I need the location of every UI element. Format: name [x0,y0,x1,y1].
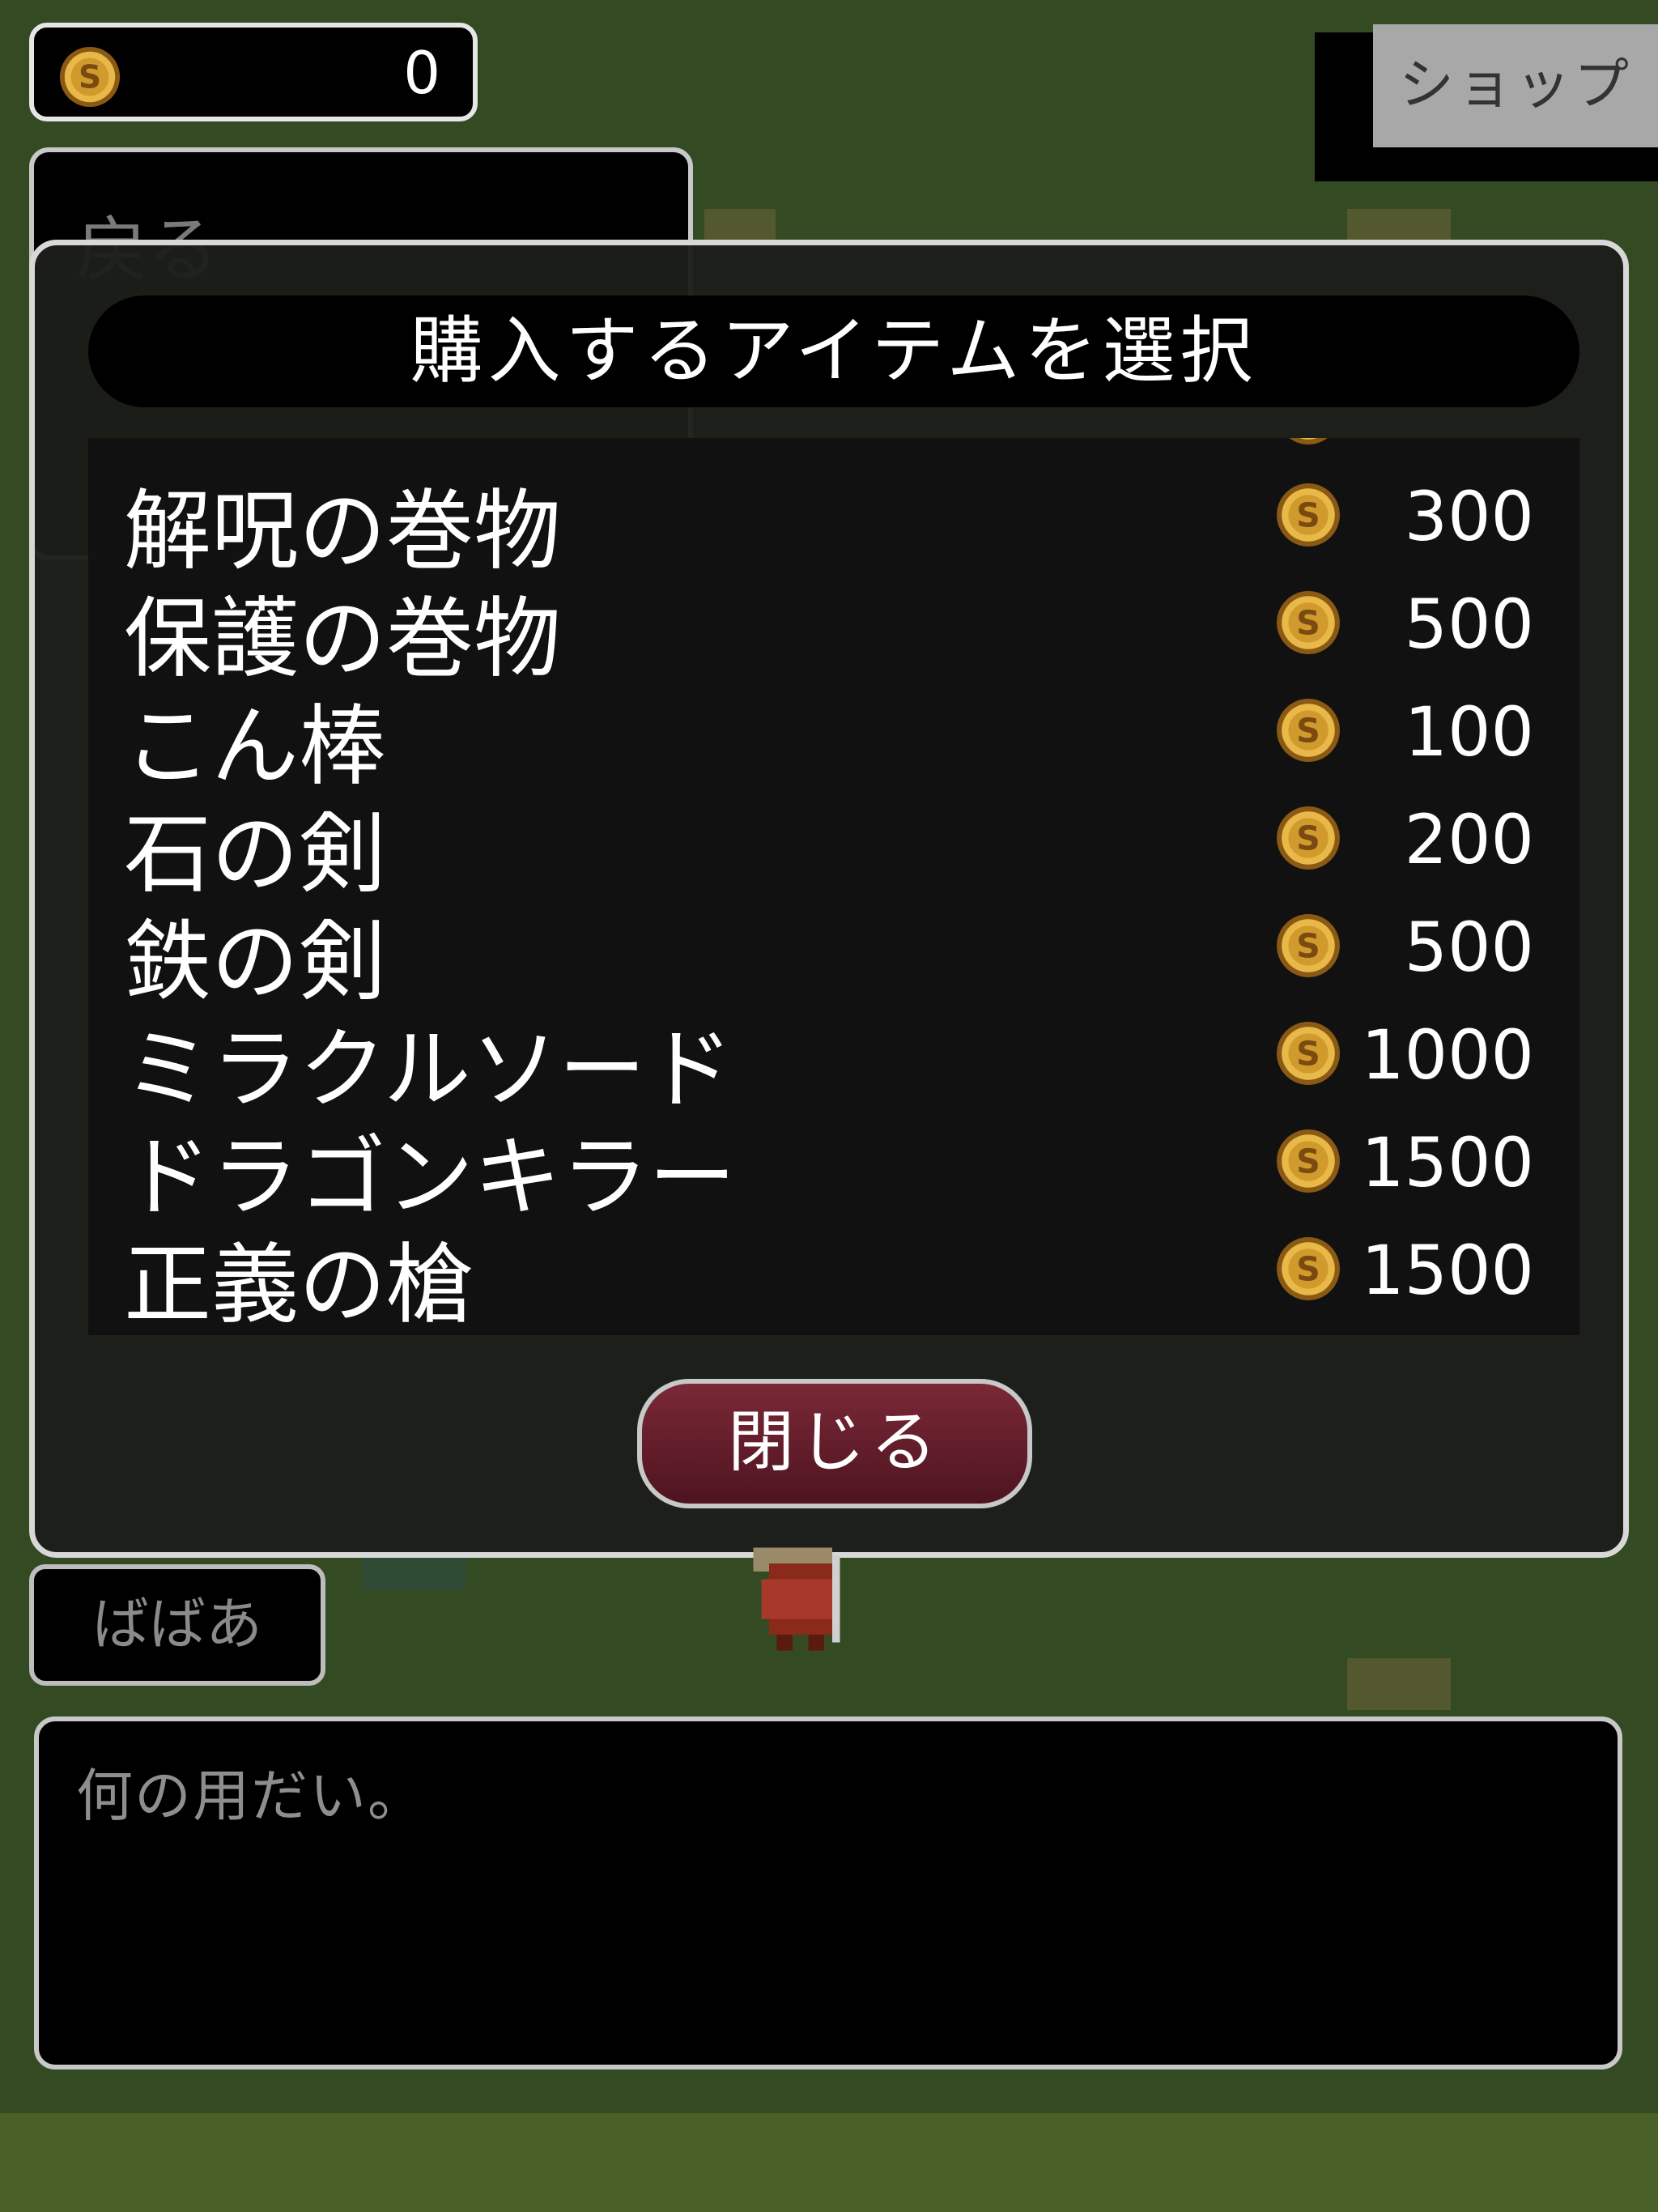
svg-text:S: S [1296,926,1320,965]
list-item[interactable]: ミラクルソード S 1000 [88,993,1579,1121]
list-item[interactable]: こん棒 S 100 [88,670,1579,798]
list-item[interactable]: 保護の巻物 S 500 [88,562,1579,690]
item-price: 1500 [1361,1123,1534,1202]
coin-icon: S [1277,1237,1340,1300]
svg-text:S: S [1296,603,1320,642]
dialog-message: 何の用だい。 [76,1763,426,1829]
coin-icon: S [1277,1129,1340,1193]
list-item[interactable]: ドラゴンキラー S 1500 [88,1100,1579,1228]
modal-title: 購入するアイテムを選択 [88,296,1579,407]
svg-text:S: S [1296,819,1320,857]
item-price: 500 [1404,585,1534,664]
dialog-box[interactable]: 何の用だい。 [34,1716,1622,2069]
npc-sprite [753,1547,840,1651]
close-button[interactable]: 閉じる [637,1379,1032,1508]
list-item[interactable]: 正義の槍 S 1500 [88,1208,1579,1335]
item-name: 正義の槍 [124,1235,474,1335]
ground-tile [1347,1658,1451,1710]
coin-icon: S [1277,914,1340,977]
list-item[interactable]: 鉄の剣 S 500 [88,885,1579,1013]
svg-text:S: S [1296,496,1320,534]
svg-text:S: S [1296,1034,1320,1073]
svg-text:S: S [1296,1249,1320,1288]
coin-icon: S [1277,1022,1340,1085]
coin-icon: S [1277,806,1340,870]
list-item[interactable]: 石の剣 S 200 [88,777,1579,905]
item-price: 500 [1404,908,1534,987]
svg-text:S: S [1296,1142,1320,1180]
ground-tile [363,1558,466,1590]
coin-icon: S [1277,591,1340,654]
item-price: 300 [1404,477,1534,556]
speaker-name-box: ばばあ [29,1564,325,1686]
item-price: 1000 [1361,1015,1534,1095]
item-list[interactable]: 解呪の巻物 S 300 保護の巻物 S 500 こん棒 S 100 石の剣 S … [88,438,1579,1335]
shop-tab-button[interactable]: ショップ [1373,24,1658,147]
item-price: 200 [1404,800,1534,879]
shop-modal: 購入するアイテムを選択 解呪の巻物 S 300 保護の巻物 S 500 こん棒 … [29,240,1629,1558]
item-price: 100 [1404,692,1534,772]
coin-counter: S 0 [29,23,478,121]
coin-icon: S [1277,483,1340,547]
coin-icon: S [1277,699,1340,762]
svg-text:S: S [1296,711,1320,750]
grass-strip [0,2113,1658,2212]
coin-icon: S [59,46,121,108]
list-item[interactable]: 解呪の巻物 S 300 [88,454,1579,582]
svg-text:S: S [79,60,101,96]
item-price: 1500 [1361,1231,1534,1310]
coin-amount: 0 [403,39,440,107]
coin-icon [1289,438,1328,445]
